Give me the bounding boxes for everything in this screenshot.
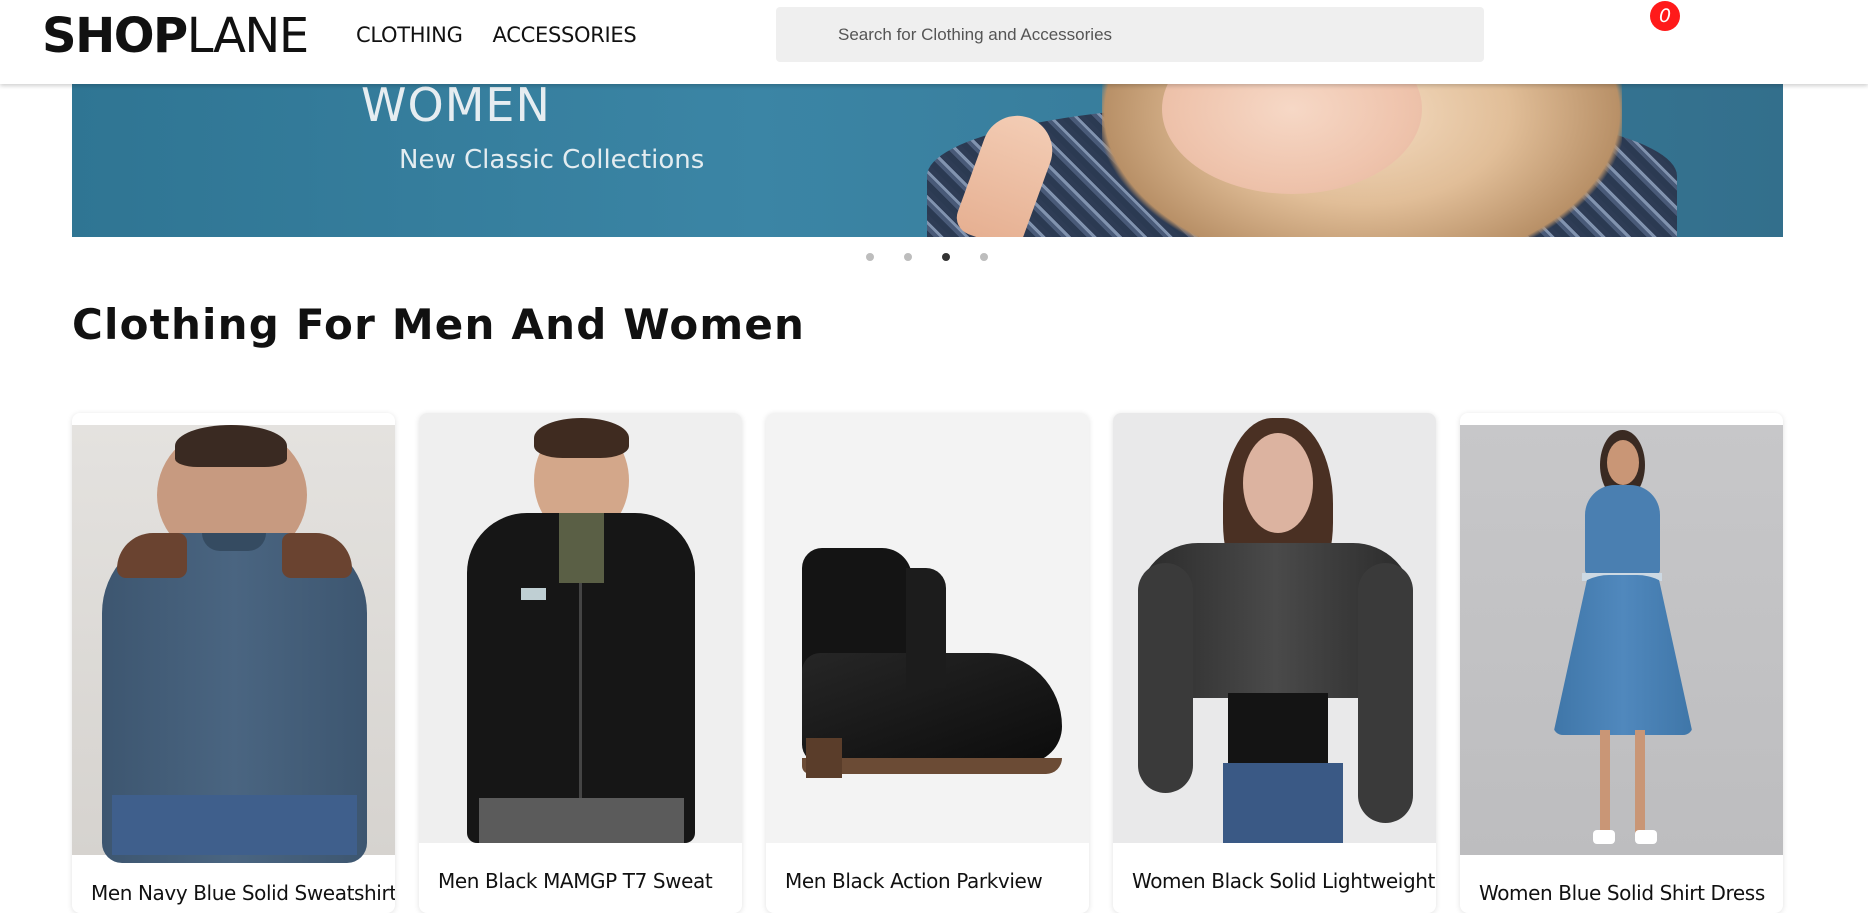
product-card[interactable]: Men Black MAMGP T7 Sweat: [419, 413, 742, 913]
product-card[interactable]: Women Black Solid Lightweight: [1113, 413, 1436, 913]
product-image: [72, 425, 395, 863]
product-name: Women Black Solid Lightweight: [1132, 869, 1435, 893]
product-card[interactable]: Women Blue Solid Shirt Dress: [1460, 413, 1783, 913]
product-name: Men Black MAMGP T7 Sweat: [438, 869, 713, 893]
shoplane-logo[interactable]: SHOPLANE: [42, 8, 309, 64]
search-input[interactable]: [776, 7, 1484, 62]
nav-accessories[interactable]: ACCESSORIES: [493, 22, 637, 48]
cart-count-badge[interactable]: 0: [1650, 1, 1680, 31]
product-image: [419, 413, 742, 843]
product-card[interactable]: Men Navy Blue Solid Sweatshirt: [72, 413, 395, 913]
banner-title: WOMEN: [361, 84, 551, 132]
nav-clothing[interactable]: CLOTHING: [356, 22, 463, 48]
carousel-dot-3[interactable]: [942, 253, 950, 261]
carousel-dot-4[interactable]: [980, 253, 988, 261]
product-name: Men Navy Blue Solid Sweatshirt: [91, 881, 395, 905]
section-title: Clothing For Men And Women: [72, 300, 806, 349]
hero-banner[interactable]: WOMEN New Classic Collections: [72, 84, 1783, 237]
carousel-dots: [866, 253, 988, 261]
carousel-dot-1[interactable]: [866, 253, 874, 261]
product-image: [1113, 413, 1436, 843]
product-name: Men Black Action Parkview: [785, 869, 1043, 893]
product-image: [1460, 425, 1783, 855]
main-nav: CLOTHING ACCESSORIES: [356, 22, 637, 48]
carousel-dot-2[interactable]: [904, 253, 912, 261]
product-image: [766, 413, 1089, 843]
product-name: Women Blue Solid Shirt Dress: [1479, 881, 1765, 905]
banner-subtitle: New Classic Collections: [399, 145, 705, 175]
product-card[interactable]: Men Black Action Parkview: [766, 413, 1089, 913]
site-header: SHOPLANE CLOTHING ACCESSORIES 0: [0, 0, 1868, 84]
